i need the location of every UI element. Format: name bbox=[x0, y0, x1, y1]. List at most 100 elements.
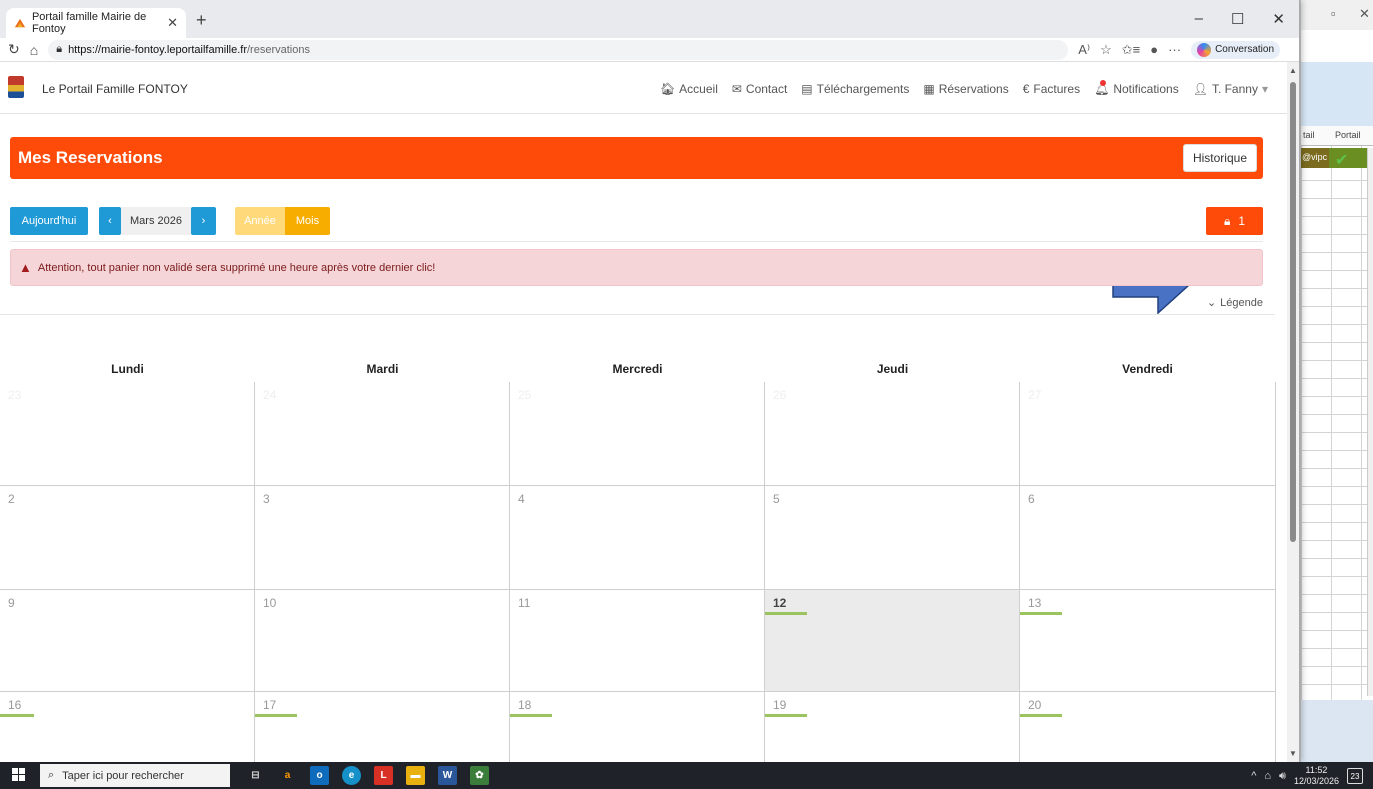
scroll-up-icon[interactable]: ▲ bbox=[1289, 66, 1297, 75]
home-icon[interactable]: ⌂ bbox=[30, 42, 38, 58]
task-view-icon[interactable]: ⊟ bbox=[246, 766, 265, 785]
cart-count: 1 bbox=[1238, 214, 1246, 228]
url-field[interactable]: 🔒︎ https://mairie-fontoy.leportailfamill… bbox=[48, 39, 1069, 60]
tab-strip: Portail famille Mairie de Fontoy ✕ + – ☐… bbox=[0, 0, 1299, 38]
day-number: 18 bbox=[518, 698, 532, 712]
calendar-day-cell[interactable]: 20 bbox=[1020, 692, 1276, 762]
menu-item-accueil[interactable]: 🏠︎ Accueil bbox=[660, 82, 718, 96]
taskbar-search[interactable]: ⌕ Taper ici pour rechercher bbox=[40, 764, 230, 787]
reload-icon[interactable]: ↻ bbox=[8, 41, 20, 58]
minimize-icon[interactable]: – bbox=[1195, 10, 1203, 28]
read-aloud-icon[interactable]: A⁾ bbox=[1078, 42, 1090, 58]
calendar-day-cell[interactable]: 11 bbox=[510, 590, 765, 692]
browser-tab[interactable]: Portail famille Mairie de Fontoy ✕ bbox=[6, 8, 186, 38]
day-number: 2 bbox=[8, 492, 15, 506]
next-month-button[interactable]: › bbox=[191, 207, 216, 235]
excel-grid bbox=[1301, 126, 1373, 726]
page-scrollbar[interactable]: ▲ ▼ bbox=[1287, 62, 1299, 762]
menu-item-user[interactable]: 👤︎ T. Fanny ▾ bbox=[1193, 82, 1268, 96]
menu-item-notifications[interactable]: 🔔︎ Notifications bbox=[1094, 80, 1179, 96]
calendar-day-cell[interactable]: 10 bbox=[255, 590, 510, 692]
day-number: 5 bbox=[773, 492, 780, 506]
excel-titlebar: ▫ ✕ bbox=[1301, 0, 1373, 30]
network-icon[interactable]: ⌂ bbox=[1264, 770, 1271, 782]
calendar-day-cell[interactable]: 18 bbox=[510, 692, 765, 762]
calendar-day-cell[interactable]: 2 bbox=[0, 486, 255, 590]
calendar-day-cell[interactable]: 24 bbox=[255, 382, 510, 486]
windows-start-icon[interactable] bbox=[12, 768, 26, 782]
calendar-day-cell[interactable]: 16 bbox=[0, 692, 255, 762]
app-l-icon[interactable]: L bbox=[374, 766, 393, 785]
month-view-button[interactable]: Mois bbox=[285, 207, 330, 235]
calendar-day-cell[interactable]: 25 bbox=[510, 382, 765, 486]
current-month-label: Mars 2026 bbox=[121, 207, 191, 235]
app-icon[interactable]: ✿ bbox=[470, 766, 489, 785]
word-icon[interactable]: W bbox=[438, 766, 457, 785]
menu-label: Accueil bbox=[679, 82, 718, 96]
search-placeholder: Taper ici pour rechercher bbox=[62, 769, 184, 782]
calendar-day-cell[interactable]: 3 bbox=[255, 486, 510, 590]
close-tab-icon[interactable]: ✕ bbox=[167, 15, 178, 31]
excel-cell[interactable]: @vipc bbox=[1301, 148, 1329, 168]
favorite-star-icon[interactable]: ☆ bbox=[1100, 42, 1112, 58]
excel-col-a[interactable]: tail bbox=[1303, 130, 1315, 140]
chevron-down-icon: ⌄ bbox=[1206, 297, 1217, 309]
calendar-day-cell[interactable]: 6 bbox=[1020, 486, 1276, 590]
historique-button[interactable]: Historique bbox=[1182, 144, 1257, 172]
conversation-button[interactable]: Conversation bbox=[1191, 40, 1280, 59]
chevron-up-icon[interactable]: ^ bbox=[1251, 770, 1256, 782]
calendar-day-cell[interactable]: 13 bbox=[1020, 590, 1276, 692]
profile-icon[interactable]: ● bbox=[1150, 42, 1158, 57]
edge-icon[interactable]: e bbox=[342, 766, 361, 785]
favorites-list-icon[interactable]: ✩≡ bbox=[1122, 42, 1140, 58]
availability-bar bbox=[255, 714, 297, 717]
fontoy-crest-logo[interactable] bbox=[8, 76, 24, 98]
menu-item-contact[interactable]: ✉ Contact bbox=[732, 82, 787, 96]
excel-col-b[interactable]: Portail bbox=[1335, 130, 1361, 140]
today-button[interactable]: Aujourd'hui bbox=[10, 207, 88, 235]
calendar-day-cell-today[interactable]: 12 bbox=[765, 590, 1020, 692]
calendar-day-cell[interactable]: 19 bbox=[765, 692, 1020, 762]
menu-label: Factures bbox=[1033, 82, 1081, 96]
scroll-down-icon[interactable]: ▼ bbox=[1289, 749, 1297, 758]
amazon-icon[interactable]: a bbox=[278, 766, 297, 785]
previous-month-button[interactable]: ‹ bbox=[99, 207, 121, 235]
file-explorer-icon[interactable]: ▬ bbox=[406, 766, 425, 785]
site-brand[interactable]: Le Portail Famille FONTOY bbox=[42, 82, 188, 96]
availability-bar bbox=[765, 612, 807, 615]
main-menu: 🏠︎ Accueil ✉ Contact ▤ Téléchargements ▦ Rés… bbox=[660, 80, 1268, 96]
excel-scrollbar[interactable] bbox=[1367, 148, 1373, 696]
checkmark-icon: ✔ bbox=[1335, 152, 1349, 169]
day-number: 12 bbox=[773, 596, 787, 610]
close-window-icon[interactable]: ✕ bbox=[1272, 10, 1285, 28]
alert-text: Attention, tout panier non validé sera s… bbox=[37, 261, 436, 274]
close-icon[interactable]: ✕ bbox=[1359, 6, 1370, 22]
calendar-day-cell[interactable]: 23 bbox=[0, 382, 255, 486]
calendar-day-cell[interactable]: 26 bbox=[765, 382, 1020, 486]
legend-toggle[interactable]: ⌄ Légende bbox=[1206, 296, 1263, 310]
day-number: 19 bbox=[773, 698, 787, 712]
menu-item-factures[interactable]: € Factures bbox=[1023, 82, 1080, 96]
notification-center-icon[interactable]: 23 bbox=[1347, 768, 1363, 784]
excel-row[interactable]: @vipc ✔ bbox=[1301, 148, 1367, 169]
calendar-day-cell[interactable]: 4 bbox=[510, 486, 765, 590]
calendar-day-cell[interactable]: 5 bbox=[765, 486, 1020, 590]
day-number: 9 bbox=[8, 596, 15, 610]
maximize-icon[interactable]: ☐ bbox=[1231, 10, 1244, 28]
calendar-day-cell[interactable]: 17 bbox=[255, 692, 510, 762]
more-options-icon[interactable]: ··· bbox=[1168, 42, 1181, 57]
day-number: 25 bbox=[518, 388, 532, 402]
volume-icon[interactable]: 🔊︎ bbox=[1279, 770, 1286, 783]
outlook-icon[interactable]: o bbox=[310, 766, 329, 785]
restore-icon[interactable]: ▫ bbox=[1331, 6, 1336, 21]
menu-item-reservations[interactable]: ▦ Réservations bbox=[923, 82, 1008, 96]
calendar-day-cell[interactable]: 9 bbox=[0, 590, 255, 692]
scrollbar-thumb[interactable] bbox=[1290, 82, 1296, 542]
cart-button[interactable]: 🔒︎ 1 bbox=[1206, 207, 1263, 235]
calendar-day-cell[interactable]: 27 bbox=[1020, 382, 1276, 486]
new-tab-icon[interactable]: + bbox=[196, 10, 207, 31]
year-view-button[interactable]: Année bbox=[235, 207, 285, 235]
clock-date: 12/03/2026 bbox=[1293, 776, 1339, 786]
taskbar-clock[interactable]: 11:52 12/03/2026 bbox=[1294, 765, 1339, 787]
menu-item-telechargements[interactable]: ▤ Téléchargements bbox=[801, 82, 909, 96]
